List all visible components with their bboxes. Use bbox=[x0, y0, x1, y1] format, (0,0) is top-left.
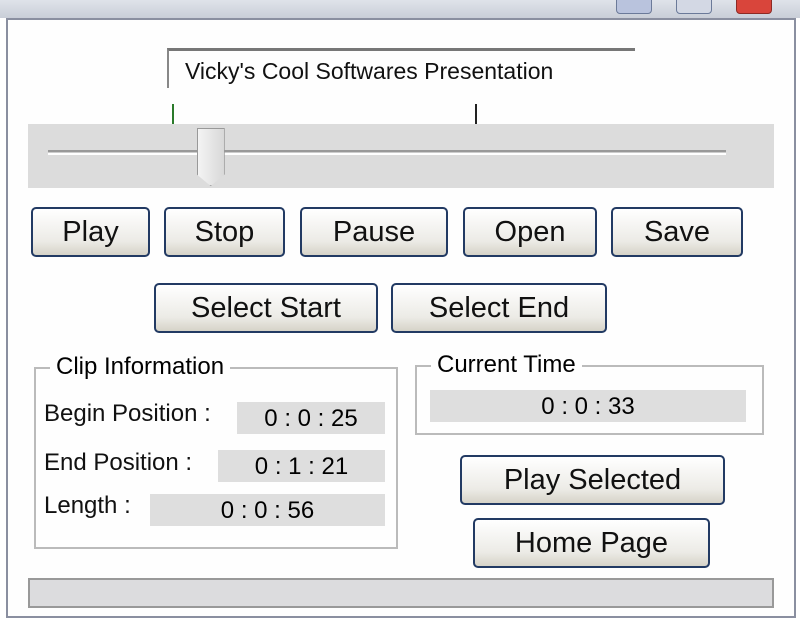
close-button[interactable] bbox=[736, 0, 772, 14]
slider-thumb[interactable] bbox=[196, 128, 225, 186]
end-position-value: 0 : 1 : 21 bbox=[218, 450, 385, 482]
presentation-caption: Vicky's Cool Softwares Presentation bbox=[167, 48, 635, 88]
save-button[interactable]: Save bbox=[611, 207, 743, 257]
clip-information-title: Clip Information bbox=[50, 353, 231, 381]
selection-end-marker bbox=[475, 104, 477, 124]
play-button[interactable]: Play bbox=[31, 207, 150, 257]
selection-start-marker bbox=[172, 104, 174, 124]
begin-position-label: Begin Position : bbox=[44, 400, 211, 427]
end-position-label: End Position : bbox=[44, 449, 193, 476]
maximize-button[interactable] bbox=[676, 0, 712, 14]
current-time-title: Current Time bbox=[431, 351, 582, 379]
current-time-value: 0 : 0 : 33 bbox=[430, 390, 746, 422]
begin-position-value: 0 : 0 : 25 bbox=[237, 402, 385, 434]
length-label: Length : bbox=[44, 492, 131, 519]
title-bar bbox=[0, 0, 800, 18]
select-end-button[interactable]: Select End bbox=[391, 283, 607, 333]
status-bar bbox=[28, 578, 774, 608]
stop-button[interactable]: Stop bbox=[164, 207, 285, 257]
minimize-button[interactable] bbox=[616, 0, 652, 14]
play-selected-button[interactable]: Play Selected bbox=[460, 455, 725, 505]
length-value: 0 : 0 : 56 bbox=[150, 494, 385, 526]
home-page-button[interactable]: Home Page bbox=[473, 518, 710, 568]
pause-button[interactable]: Pause bbox=[300, 207, 448, 257]
select-start-button[interactable]: Select Start bbox=[154, 283, 378, 333]
slider-track bbox=[48, 150, 726, 155]
seek-slider[interactable] bbox=[28, 124, 774, 188]
open-button[interactable]: Open bbox=[463, 207, 597, 257]
